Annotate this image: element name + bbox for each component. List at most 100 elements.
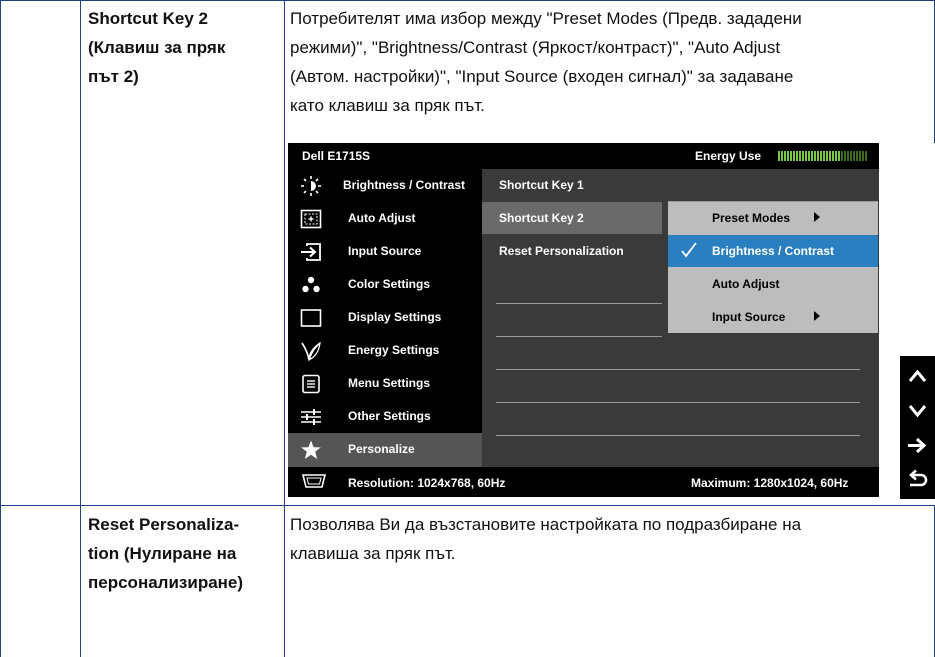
menu-item-menu-settings[interactable]: Menu Settings (288, 367, 482, 400)
menu-item-label: Menu Settings (348, 376, 431, 390)
auto-adjust-icon (300, 209, 322, 229)
energy-meter-segment (823, 151, 825, 161)
submenu-item-shortcut-key-2[interactable]: Shortcut Key 2 (482, 202, 662, 234)
table-column-divider (284, 0, 285, 657)
current-resolution: Resolution: 1024x768, 60Hz (348, 476, 506, 490)
submenu-item-label: Shortcut Key 1 (499, 178, 584, 192)
menu-item-personalize[interactable]: Personalize (288, 433, 482, 467)
osd-submenu: Shortcut Key 1 Shortcut Key 2 Reset Pers… (482, 169, 662, 467)
menu-separator (496, 435, 860, 436)
energy-meter-segment (832, 151, 834, 161)
row-title: Reset Personaliza- tion (Нулиране на пер… (88, 515, 244, 592)
energy-meter-segment (805, 151, 807, 161)
checkmark-icon (681, 242, 697, 258)
monitor-model: Dell E1715S (302, 149, 371, 163)
energy-meter-segment (784, 151, 786, 161)
energy-meter-segment (808, 151, 810, 161)
energy-meter-segment (856, 151, 858, 161)
menu-item-label: Energy Settings (348, 343, 440, 357)
menu-item-energy-settings[interactable]: Energy Settings (288, 334, 482, 367)
menu-item-auto-adjust[interactable]: Auto Adjust (288, 202, 482, 235)
energy-meter-segment (796, 151, 798, 161)
enter-button[interactable] (900, 428, 935, 462)
table-border-left (0, 0, 1, 657)
energy-meter-segment (793, 151, 795, 161)
option-brightness-contrast[interactable]: Brightness / Contrast (668, 235, 878, 267)
back-button[interactable] (900, 462, 935, 496)
menu-item-label: Personalize (348, 442, 415, 456)
menu-item-label: Input Source (348, 244, 422, 258)
osd-options-list: Preset Modes Brightness / Contrast Auto … (668, 202, 878, 333)
energy-meter-segment (850, 151, 852, 161)
display-settings-icon (300, 309, 322, 327)
energy-meter-segment (781, 151, 783, 161)
table-column-divider (80, 0, 81, 657)
energy-meter-segment (862, 151, 864, 161)
submenu-item-shortcut-key-1[interactable]: Shortcut Key 1 (482, 169, 662, 201)
energy-meter-segment (835, 151, 837, 161)
menu-item-label: Brightness / Contrast (343, 178, 466, 192)
energy-meter-segment (859, 151, 861, 161)
menu-separator (496, 336, 662, 337)
star-icon (301, 440, 321, 459)
menu-item-label: Auto Adjust (348, 211, 416, 225)
right-arrow-icon (908, 437, 927, 454)
energy-meter-segment (802, 151, 804, 161)
down-button[interactable] (900, 393, 935, 427)
energy-meter-segment (841, 151, 843, 161)
energy-meter-segment (799, 151, 801, 161)
osd-footer: Resolution: 1024x768, 60Hz Maximum: 1280… (288, 467, 879, 497)
energy-meter-segment (847, 151, 849, 161)
input-source-icon (301, 243, 321, 261)
row-description: Позволява Ви да възстановите настройката… (290, 515, 802, 563)
energy-meter-segment (778, 151, 780, 161)
chevron-right-icon (814, 212, 820, 222)
brightness-icon (301, 176, 321, 196)
osd-header: Dell E1715S Energy Use (288, 143, 879, 169)
sliders-icon (301, 409, 321, 425)
color-settings-icon (302, 276, 320, 293)
menu-settings-icon (302, 374, 320, 394)
menu-item-color-settings[interactable]: Color Settings (288, 268, 482, 301)
energy-meter-segment (853, 151, 855, 161)
row-description: Потребителят има избор между "Preset Mod… (290, 9, 802, 115)
menu-separator (496, 303, 662, 304)
option-label: Auto Adjust (712, 277, 780, 291)
energy-meter-segment (790, 151, 792, 161)
option-preset-modes[interactable]: Preset Modes (668, 202, 878, 234)
energy-meter-segment (820, 151, 822, 161)
energy-meter-segment (787, 151, 789, 161)
monitor-control-buttons (900, 356, 935, 499)
menu-item-input-source[interactable]: Input Source (288, 235, 482, 268)
energy-use-label: Energy Use (695, 149, 762, 163)
back-arrow-icon (909, 469, 928, 487)
submenu-item-reset-personalization[interactable]: Reset Personalization (482, 235, 662, 267)
table-row-divider (0, 505, 935, 506)
menu-separator (496, 369, 860, 370)
menu-item-other-settings[interactable]: Other Settings (288, 400, 482, 433)
energy-meter-segment (838, 151, 840, 161)
osd-main-menu: Brightness / Contrast Auto Adjust Input … (288, 169, 482, 467)
option-input-source[interactable]: Input Source (668, 301, 878, 333)
submenu-item-label: Reset Personalization (499, 244, 624, 258)
energy-meter-segment (811, 151, 813, 161)
energy-meter-segment (844, 151, 846, 161)
menu-item-label: Other Settings (348, 409, 431, 423)
energy-leaf-icon (301, 341, 321, 361)
menu-item-label: Color Settings (348, 277, 431, 291)
vga-connector-icon (302, 474, 326, 488)
option-auto-adjust[interactable]: Auto Adjust (668, 268, 878, 300)
menu-item-brightness-contrast[interactable]: Brightness / Contrast (288, 169, 482, 202)
submenu-item-label: Shortcut Key 2 (499, 211, 584, 225)
energy-meter-segment (865, 151, 867, 161)
chevron-right-icon (814, 311, 820, 321)
energy-use-meter (778, 151, 867, 161)
menu-item-display-settings[interactable]: Display Settings (288, 301, 482, 334)
up-button[interactable] (900, 359, 935, 393)
row-title: Shortcut Key 2 (Клавиш за пряк път 2) (88, 9, 226, 86)
down-arrow-icon (908, 405, 927, 418)
table-border-top (0, 0, 935, 1)
maximum-resolution: Maximum: 1280x1024, 60Hz (691, 476, 849, 490)
menu-separator (496, 402, 860, 403)
energy-meter-segment (826, 151, 828, 161)
